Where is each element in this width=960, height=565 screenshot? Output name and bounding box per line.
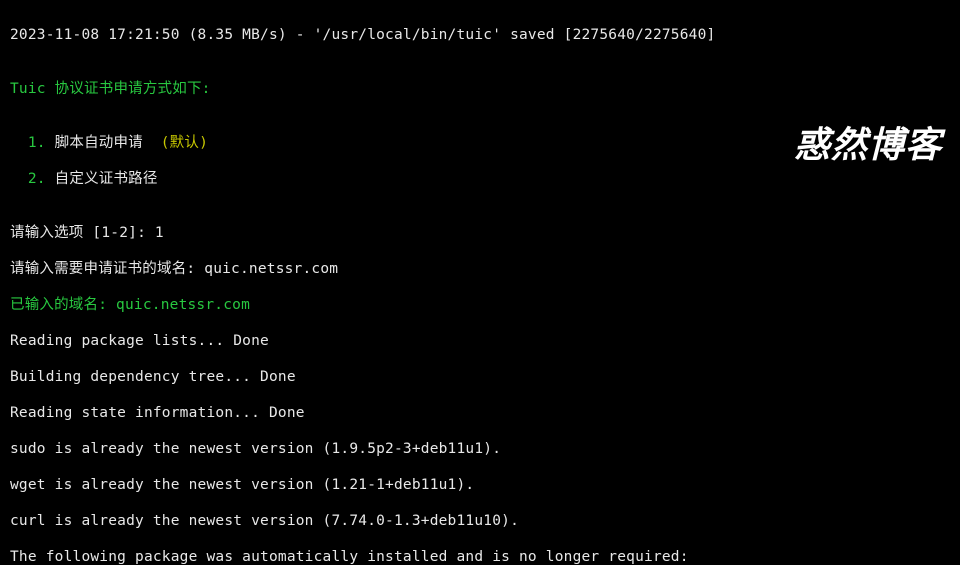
- apt-wget-newest: wget is already the newest version (1.21…: [10, 476, 950, 494]
- apt-reading-state: Reading state information... Done: [10, 404, 950, 422]
- option-default-tag: (默认): [161, 135, 208, 151]
- prompt-domain-input: 请输入需要申请证书的域名: quic.netssr.com: [10, 260, 950, 278]
- apt-building-tree: Building dependency tree... Done: [10, 368, 950, 386]
- menu-option-1: 1. 脚本自动申请 (默认): [10, 134, 950, 152]
- apt-auto-installed-header: The following package was automatically …: [10, 548, 950, 565]
- apt-sudo-newest: sudo is already the newest version (1.9.…: [10, 440, 950, 458]
- apt-reading-packages: Reading package lists... Done: [10, 332, 950, 350]
- terminal-output: 2023-11-08 17:21:50 (8.35 MB/s) - '/usr/…: [0, 0, 960, 565]
- option-number-1: 1.: [10, 135, 46, 151]
- option-text-2: 自定义证书路径: [46, 171, 158, 187]
- option-number-2: 2.: [10, 171, 46, 187]
- apt-curl-newest: curl is already the newest version (7.74…: [10, 512, 950, 530]
- option-text-1: 脚本自动申请: [46, 135, 161, 151]
- tuic-cert-header: Tuic 协议证书申请方式如下:: [10, 80, 950, 98]
- menu-option-2: 2. 自定义证书路径: [10, 170, 950, 188]
- wget-saved-line: 2023-11-08 17:21:50 (8.35 MB/s) - '/usr/…: [10, 26, 950, 44]
- confirmed-domain: 已输入的域名: quic.netssr.com: [10, 296, 950, 314]
- prompt-select-option: 请输入选项 [1-2]: 1: [10, 224, 950, 242]
